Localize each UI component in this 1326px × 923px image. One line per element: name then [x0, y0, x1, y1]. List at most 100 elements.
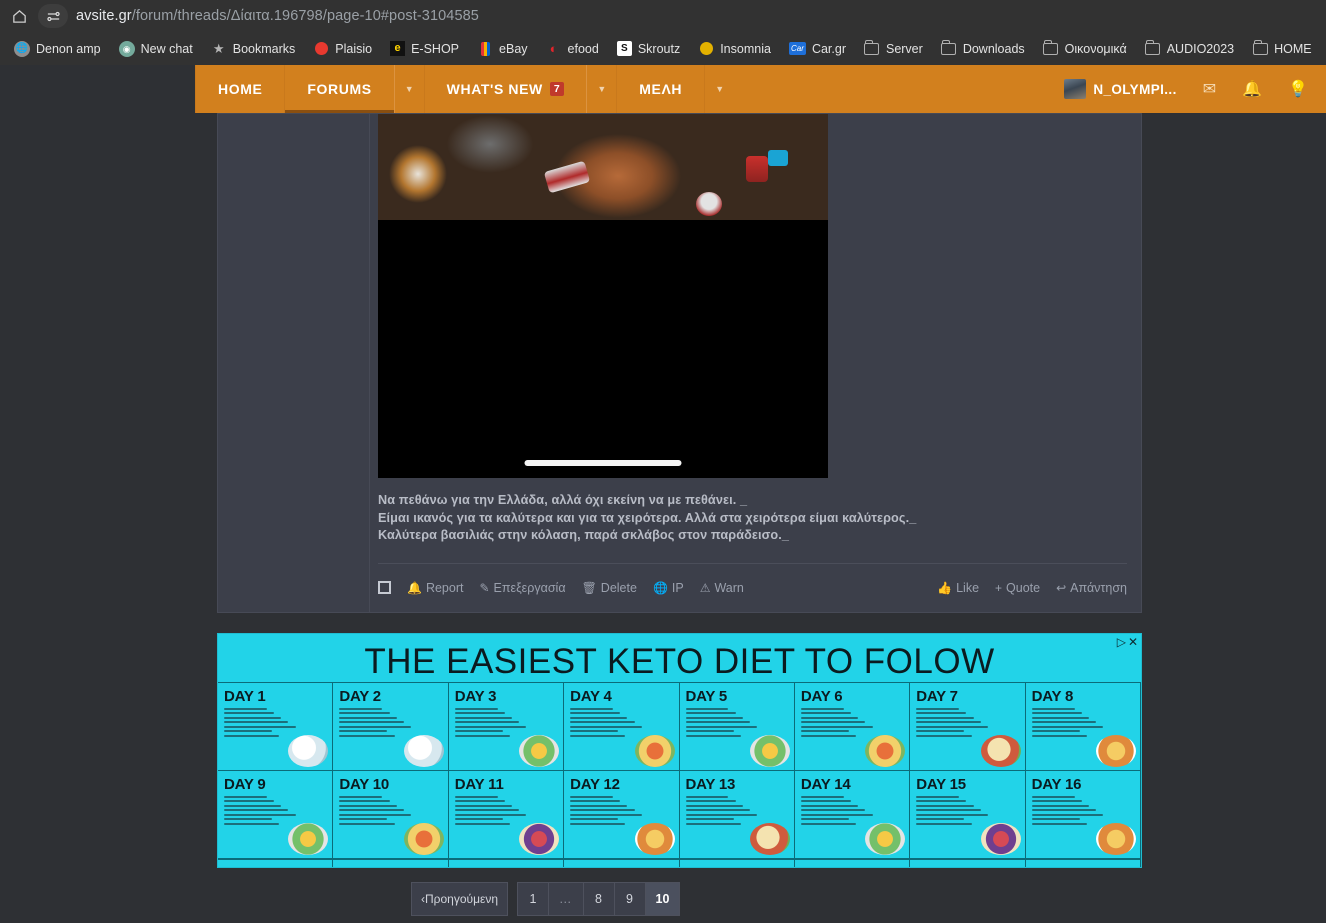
ip-button[interactable]: 🌐 IP: [653, 581, 684, 595]
bookmark-plaisio[interactable]: Plaisio: [305, 37, 380, 61]
ad-day-label: DAY 5: [686, 865, 788, 867]
site-settings-icon[interactable]: [38, 4, 68, 28]
dog-and-food-bowls-photo[interactable]: [378, 114, 828, 220]
envelope-icon[interactable]: ✉: [1203, 79, 1216, 99]
close-icon[interactable]: ✕: [1128, 636, 1138, 648]
delete-button[interactable]: 🗑 Delete: [582, 581, 637, 595]
ad-detail-line: [685, 725, 758, 728]
ad-day-cell[interactable]: DAY 8: [1026, 859, 1141, 867]
signature-line: Είμαι ικανός για τα καλύτερα και για τα …: [378, 510, 917, 525]
chevron-down-icon-meli[interactable]: ▼: [704, 65, 734, 113]
ad-day-cell[interactable]: DAY 6: [794, 682, 911, 771]
warn-button[interactable]: ⚠ Warn: [700, 581, 744, 595]
eshop-icon: e: [390, 41, 406, 56]
nav-item-whats-new[interactable]: WHAT'S NEW 7: [423, 65, 587, 113]
post-select-checkbox[interactable]: [378, 581, 391, 595]
pagination-prev-button[interactable]: ‹Προηγούμενη: [411, 881, 509, 916]
reply-button[interactable]: ↩ Απάντηση: [1056, 581, 1127, 595]
ad-day-cell[interactable]: DAY 10: [333, 770, 449, 859]
ad-detail-line: [800, 707, 844, 710]
ad-day-cell[interactable]: DAY 1: [218, 682, 334, 771]
post-author-sidebar: [218, 114, 370, 612]
bookmark-oikonomika[interactable]: Οικονομικά: [1035, 37, 1135, 61]
bookmark-server[interactable]: Server: [856, 37, 931, 61]
ad-detail-line: [1031, 800, 1082, 803]
url-text[interactable]: avsite.gr/forum/threads/Δίαιτα.196798/pa…: [76, 8, 479, 24]
ad-day-cell[interactable]: DAY 5: [680, 859, 795, 867]
bell-icon[interactable]: 🔔: [1242, 79, 1262, 99]
ad-day-cell[interactable]: DAY 5: [679, 682, 795, 771]
ad-day-cell[interactable]: DAY 3: [449, 859, 565, 867]
ad-detail-line: [685, 818, 734, 821]
ad-day-cell[interactable]: DAY 11: [448, 770, 565, 859]
ad-day-cell[interactable]: DAY 1: [218, 859, 334, 867]
ad-detail-line: [570, 707, 614, 710]
ad-food-icon: [1096, 822, 1136, 855]
embedded-video[interactable]: [378, 220, 828, 478]
ad-day-cell[interactable]: DAY 4: [564, 859, 680, 867]
ad-day-label: DAY 8: [1031, 687, 1074, 705]
bookmark-skroutz[interactable]: S Skroutz: [609, 37, 688, 60]
post-actions-right: 👍 Like + Quote ↩ Απάντηση: [937, 581, 1127, 595]
bookmark-audio2023[interactable]: AUDIO2023: [1137, 37, 1242, 61]
report-button[interactable]: 🔔 Report: [407, 581, 463, 595]
ad-detail-line: [454, 804, 513, 807]
bookmark-ebay[interactable]: eBay: [469, 37, 536, 61]
ad-day-cell[interactable]: DAY 4: [564, 682, 680, 771]
ad-day-cell[interactable]: DAY 2: [333, 682, 449, 771]
pagination-ellipsis[interactable]: …: [548, 881, 584, 916]
ad-day-cell[interactable]: DAY 6: [795, 859, 911, 867]
nav-item-meli[interactable]: ΜΕΛΗ: [616, 65, 704, 113]
home-icon[interactable]: [8, 5, 30, 27]
pagination-page-8[interactable]: 8: [582, 881, 615, 916]
ad-day-cell[interactable]: DAY 7: [910, 859, 1026, 867]
ad-detail-line: [570, 813, 642, 816]
bookmark-denon-amp[interactable]: 🌐 Denon amp: [6, 37, 109, 61]
like-button[interactable]: 👍 Like: [937, 581, 979, 595]
ad-day-cell[interactable]: DAY 16: [1025, 770, 1141, 859]
bottle-cap-icon: [768, 150, 788, 166]
ad-day-cell[interactable]: DAY 14: [794, 770, 911, 859]
chevron-down-icon-forums[interactable]: ▼: [393, 65, 424, 113]
navbar-left-gutter: [0, 65, 195, 113]
nav-item-home[interactable]: HOME: [195, 65, 284, 113]
ad-day-cell[interactable]: DAY 2: [333, 859, 449, 867]
quote-button[interactable]: + Quote: [995, 581, 1040, 595]
adchoices-controls[interactable]: ▷ ✕: [1117, 636, 1138, 648]
bookmark-eshop[interactable]: e E-SHOP: [382, 37, 467, 60]
ad-detail-line: [916, 712, 967, 715]
post-media-column: [378, 114, 828, 478]
bookmark-home[interactable]: HOME: [1244, 37, 1320, 61]
bookmark-insomnia[interactable]: Insomnia: [690, 37, 779, 61]
ad-day-cell[interactable]: DAY 12: [564, 770, 680, 859]
bookmark-efood[interactable]: ◐ efood: [538, 37, 607, 61]
pagination-page-10[interactable]: 10: [644, 881, 681, 916]
bookmark-label: Insomnia: [720, 41, 771, 56]
ad-day-details: [685, 795, 788, 825]
ad-day-details: [454, 707, 557, 737]
bookmark-bookmarks[interactable]: ★ Bookmarks: [203, 37, 304, 61]
ad-day-cell[interactable]: DAY 8: [1025, 682, 1141, 771]
bookmark-cargr[interactable]: Car Car.gr: [781, 38, 854, 60]
bookmark-label: HOME: [1274, 41, 1312, 56]
ad-day-cell[interactable]: DAY 9: [218, 770, 334, 859]
edit-button[interactable]: ✎ Επεξεργασία: [479, 581, 565, 595]
bookmark-downloads[interactable]: Downloads: [933, 37, 1033, 61]
pagination-page-9[interactable]: 9: [613, 881, 646, 916]
bookmark-label: Downloads: [962, 41, 1025, 56]
ad-day-cell[interactable]: DAY 15: [910, 770, 1026, 859]
advertisement-banner[interactable]: ▷ ✕ THE EASIEST KETO DIET TO FOLOW DAY 1…: [217, 632, 1142, 868]
ad-day-cell[interactable]: DAY 3: [448, 682, 565, 771]
chevron-down-icon-whats-new[interactable]: ▼: [586, 65, 616, 113]
adchoices-icon[interactable]: ▷: [1117, 636, 1126, 648]
ad-day-cell[interactable]: DAY 13: [679, 770, 795, 859]
pagination-page-1[interactable]: 1: [517, 881, 550, 916]
bookmark-new-chat[interactable]: ◉ New chat: [111, 37, 201, 61]
ad-day-label: DAY 10: [339, 775, 390, 793]
browser-url-bar[interactable]: avsite.gr/forum/threads/Δίαιτα.196798/pa…: [0, 0, 1326, 32]
nav-item-forums[interactable]: FORUMS: [284, 65, 394, 113]
user-menu[interactable]: N_OLYMPI...: [1064, 79, 1176, 99]
lightbulb-icon[interactable]: 💡: [1288, 79, 1308, 99]
ad-day-cell[interactable]: DAY 7: [910, 682, 1026, 771]
ad-detail-line: [685, 822, 741, 825]
